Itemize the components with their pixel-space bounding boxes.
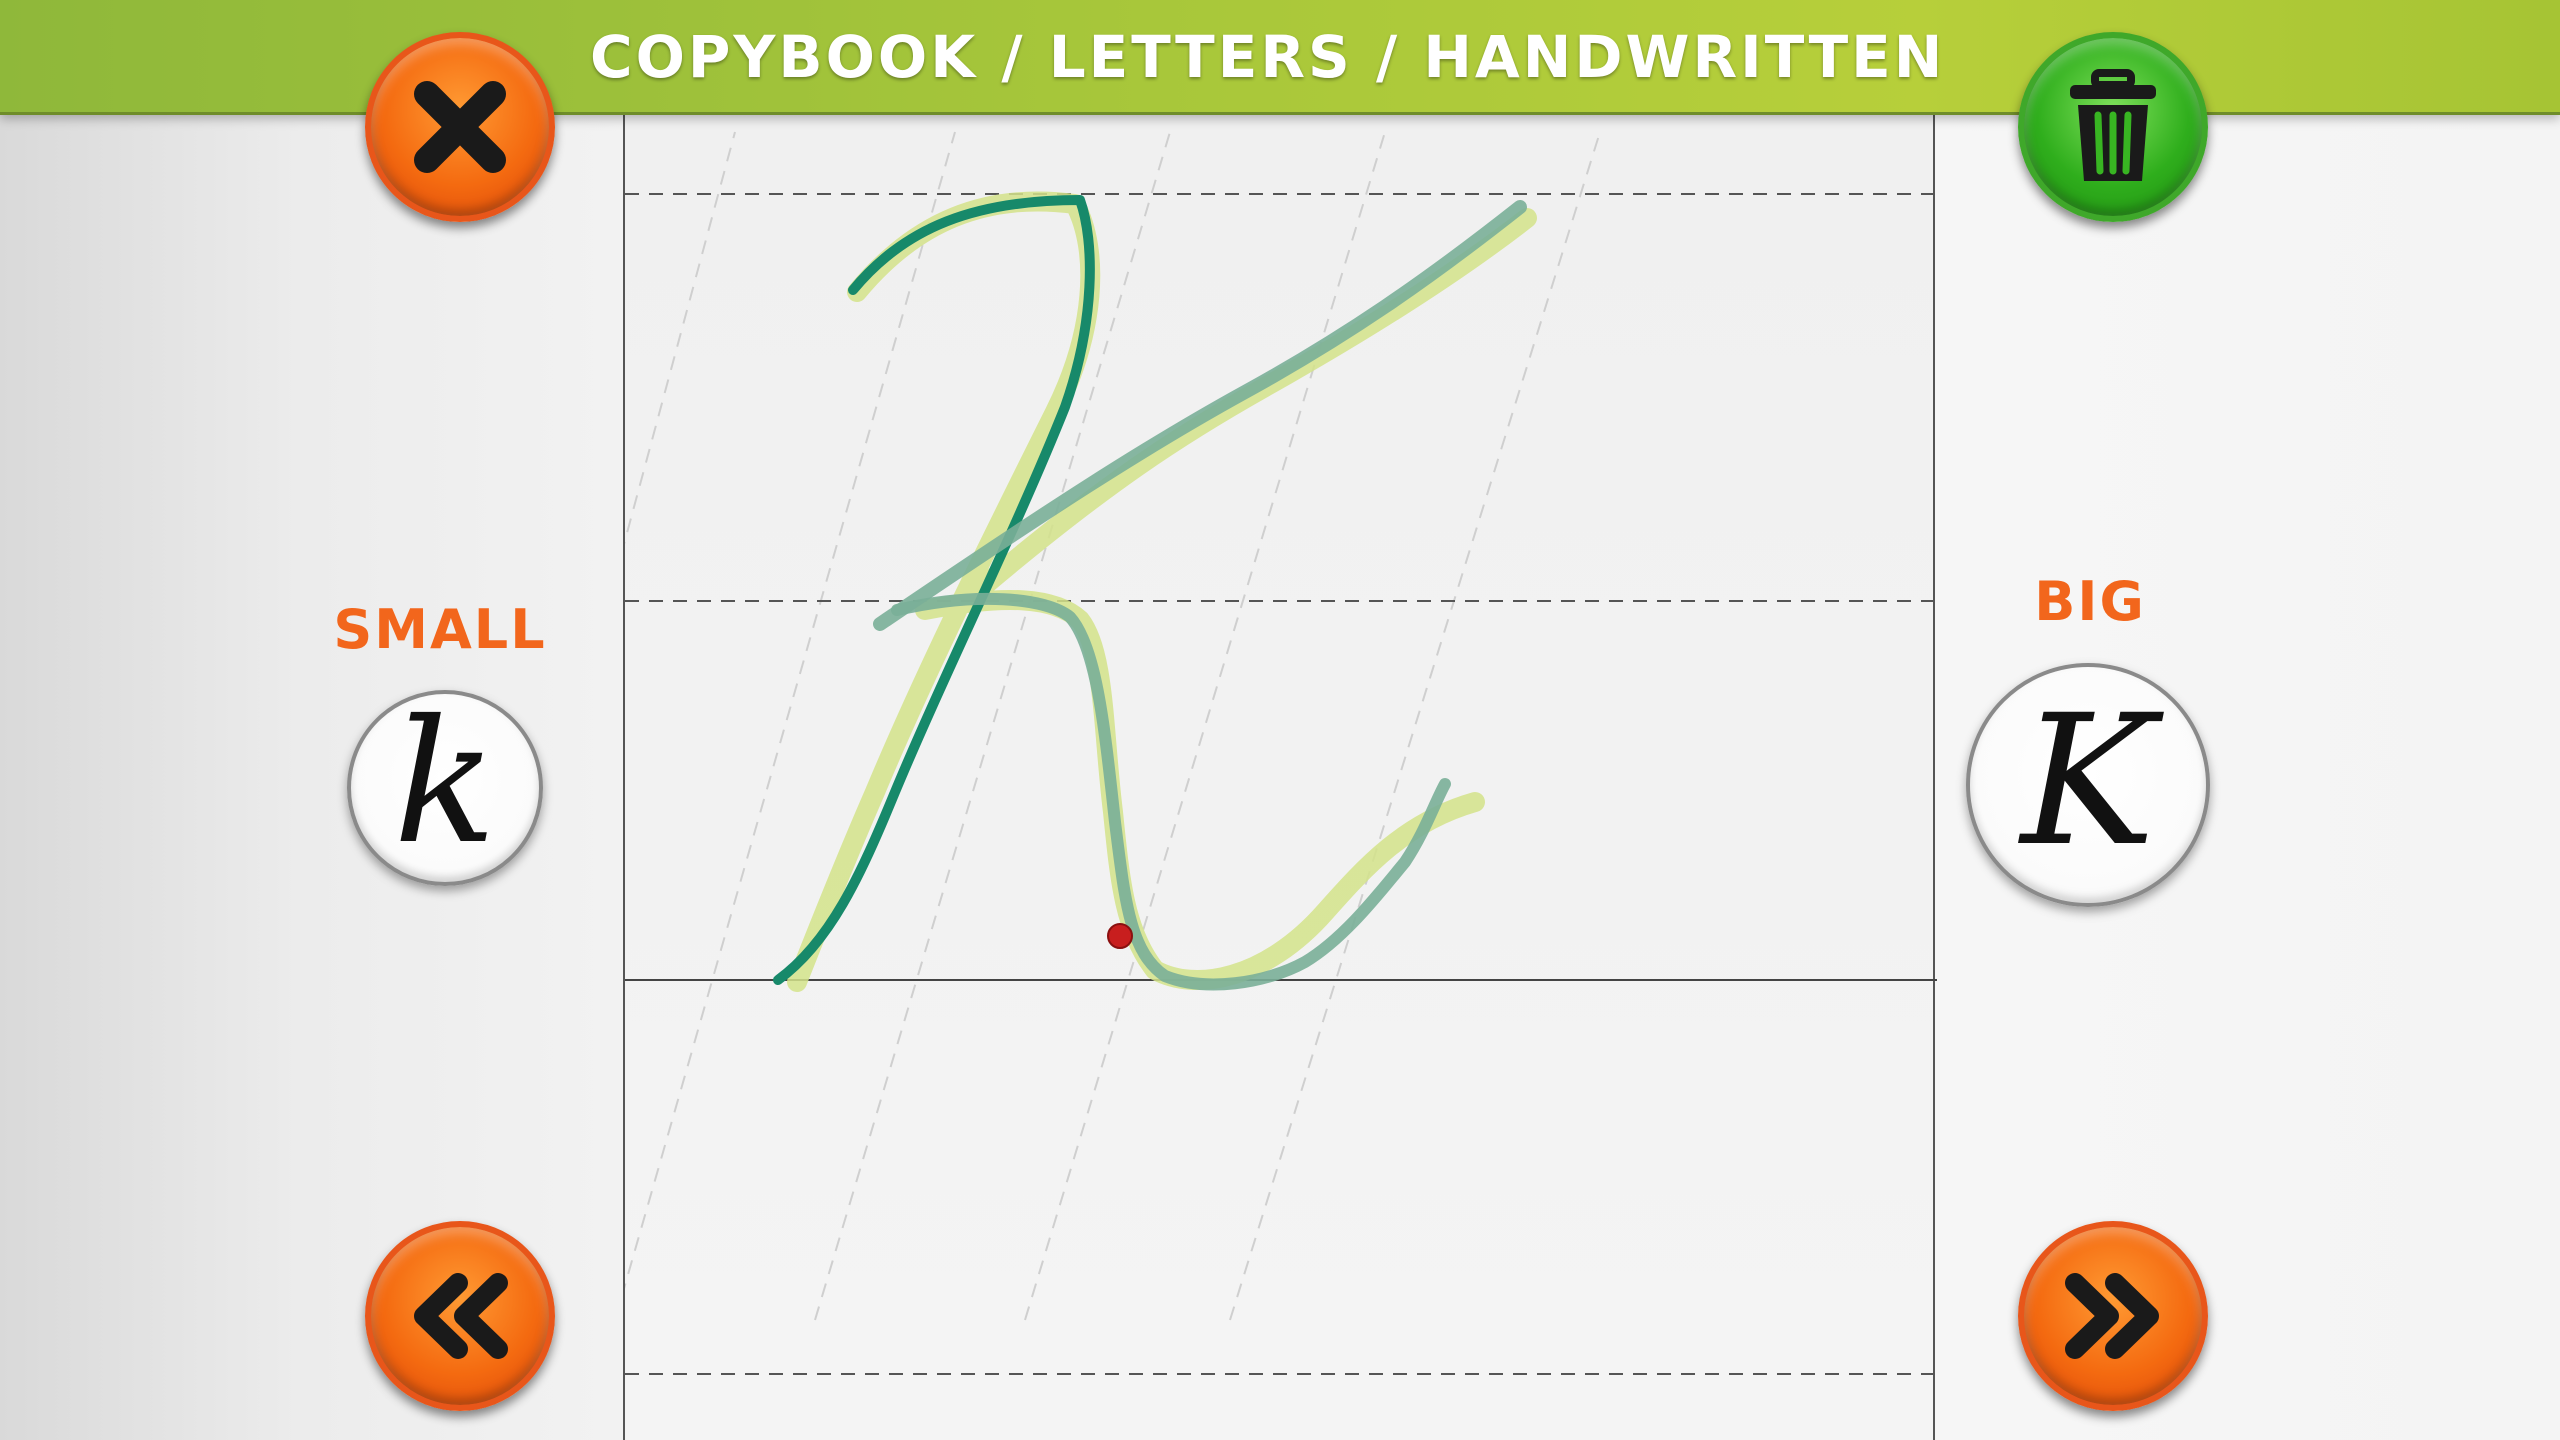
double-chevron-right-icon [2065, 1273, 2159, 1359]
template-letter-k [787, 191, 1537, 992]
drawn-strokes [773, 195, 1527, 991]
next-button[interactable] [2018, 1221, 2208, 1411]
drawn-stroke-3 [891, 592, 1451, 991]
double-chevron-left-icon [414, 1273, 508, 1359]
small-letter-button[interactable]: k [347, 690, 543, 886]
big-letter-glyph: K [2020, 677, 2156, 886]
big-label: BIG [2034, 570, 2146, 633]
small-letter-glyph: k [393, 684, 497, 882]
trash-button[interactable] [2018, 32, 2208, 222]
big-letter-button[interactable]: K [1966, 663, 2210, 907]
previous-button[interactable] [365, 1221, 555, 1411]
drawn-stroke-2 [873, 200, 1527, 631]
stroke-endpoint-dot [1107, 923, 1133, 949]
close-icon [414, 81, 506, 173]
writing-canvas[interactable] [625, 112, 1937, 1440]
close-button[interactable] [365, 32, 555, 222]
breadcrumb-title: COPYBOOK / LETTERS / HANDWRITTEN [590, 23, 1946, 91]
trash-icon [2070, 69, 2156, 181]
small-label: SMALL [333, 598, 547, 661]
copybook-paper[interactable] [623, 112, 1937, 1440]
